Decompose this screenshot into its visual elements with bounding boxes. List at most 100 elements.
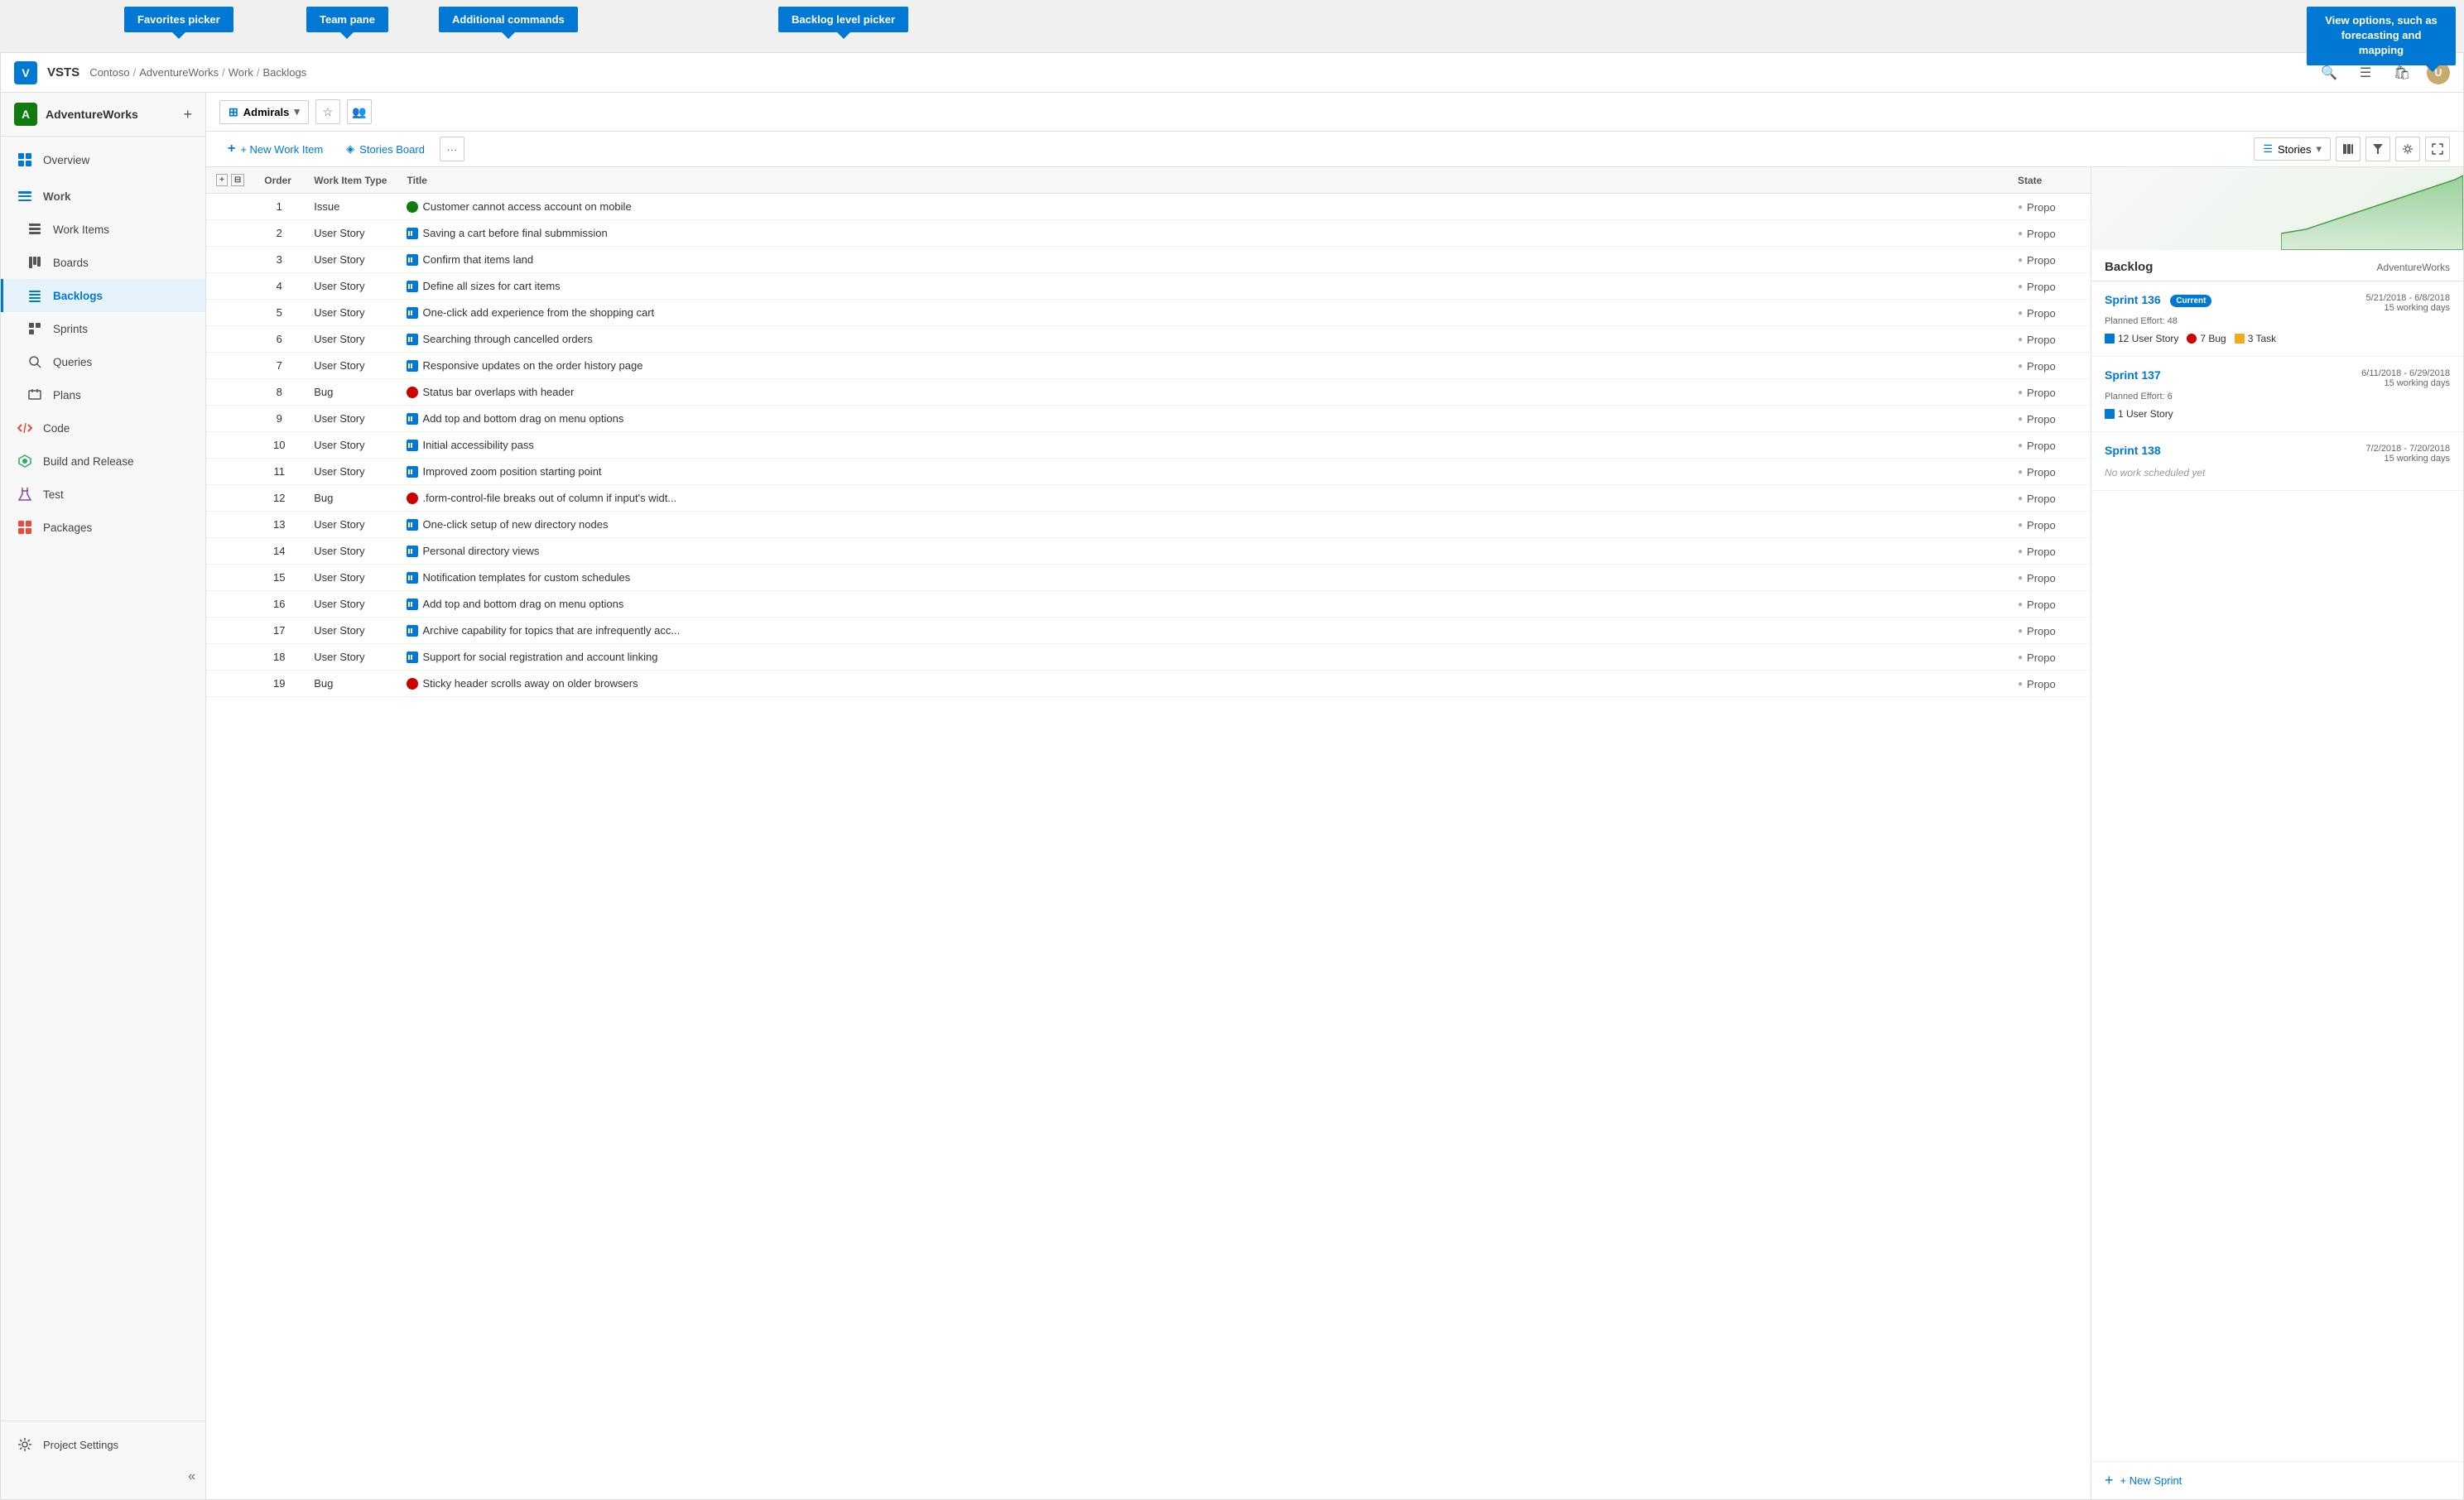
row-title[interactable]: Status bar overlaps with header: [397, 379, 2008, 406]
team-selector-icon: ⊞: [229, 105, 238, 119]
table-row[interactable]: 2User Story Saving a cart before final s…: [206, 220, 2091, 247]
sidebar-project: A AdventureWorks +: [1, 93, 205, 137]
additional-commands-callout: Additional commands: [439, 7, 578, 32]
table-row[interactable]: 5User Story One-click add experience fro…: [206, 300, 2091, 326]
row-title[interactable]: Initial accessibility pass: [397, 432, 2008, 459]
row-order: 1: [254, 194, 304, 220]
row-title[interactable]: Support for social registration and acco…: [397, 644, 2008, 671]
user-avatar[interactable]: U: [2427, 61, 2450, 84]
row-title[interactable]: Searching through cancelled orders: [397, 326, 2008, 353]
breadcrumb-adventureworks[interactable]: AdventureWorks: [139, 66, 219, 79]
favorite-button[interactable]: ☆: [315, 99, 340, 124]
sidebar-item-packages[interactable]: Packages: [1, 511, 205, 544]
sidebar-item-code[interactable]: Code: [1, 411, 205, 445]
row-title[interactable]: Customer cannot access account on mobile: [397, 194, 2008, 220]
row-title[interactable]: Archive capability for topics that are i…: [397, 618, 2008, 644]
sidebar-item-build-release[interactable]: Build and Release: [1, 445, 205, 478]
stories-view-button[interactable]: ☰ Stories ▾: [2254, 137, 2331, 161]
table-row[interactable]: 1IssueCustomer cannot access account on …: [206, 194, 2091, 220]
expand-button[interactable]: [2425, 137, 2450, 161]
sidebar-item-overview[interactable]: Overview: [1, 143, 205, 176]
col-state-header: State: [2008, 167, 2091, 194]
team-selector[interactable]: ⊞ Admirals ▾: [219, 100, 309, 124]
filter-button[interactable]: [2365, 137, 2390, 161]
row-title[interactable]: One-click add experience from the shoppi…: [397, 300, 2008, 326]
add-project-button[interactable]: +: [183, 106, 192, 123]
row-title[interactable]: Sticky header scrolls away on older brow…: [397, 671, 2008, 697]
breadcrumb-work[interactable]: Work: [229, 66, 253, 79]
table-row[interactable]: 3User Story Confirm that items landPropo: [206, 247, 2091, 273]
sidebar-packages-label: Packages: [43, 522, 92, 534]
sprint-item: Sprint 137 6/11/2018 - 6/29/2018 15 work…: [2091, 357, 2463, 432]
row-title[interactable]: Add top and bottom drag on menu options: [397, 406, 2008, 432]
columns-button[interactable]: [2336, 137, 2361, 161]
row-title[interactable]: Define all sizes for cart items: [397, 273, 2008, 300]
table-row[interactable]: 13User Story One-click setup of new dire…: [206, 512, 2091, 538]
sprint-name[interactable]: Sprint 137: [2105, 368, 2161, 382]
row-title[interactable]: Confirm that items land: [397, 247, 2008, 273]
table-row[interactable]: 12Bug.form-control-file breaks out of co…: [206, 485, 2091, 512]
table-row[interactable]: 8BugStatus bar overlaps with headerPropo: [206, 379, 2091, 406]
table-row[interactable]: 9User Story Add top and bottom drag on m…: [206, 406, 2091, 432]
sidebar-item-plans[interactable]: Plans: [1, 378, 205, 411]
project-settings-label: Project Settings: [43, 1439, 118, 1451]
table-row[interactable]: 11User Story Improved zoom position star…: [206, 459, 2091, 485]
sidebar-collapse[interactable]: «: [1, 1461, 205, 1493]
new-work-item-plus: +: [228, 142, 235, 156]
table-row[interactable]: 19BugSticky header scrolls away on older…: [206, 671, 2091, 697]
row-state: Propo: [2008, 538, 2091, 565]
row-title[interactable]: Notification templates for custom schedu…: [397, 565, 2008, 591]
sidebar-item-work-items[interactable]: Work Items: [1, 213, 205, 246]
work-icon: [17, 188, 33, 204]
table-row[interactable]: 4User Story Define all sizes for cart it…: [206, 273, 2091, 300]
row-title[interactable]: Responsive updates on the order history …: [397, 353, 2008, 379]
sidebar-item-test[interactable]: Test: [1, 478, 205, 511]
table-row[interactable]: 7User Story Responsive updates on the or…: [206, 353, 2091, 379]
bag-icon[interactable]: 🛍: [2390, 61, 2413, 84]
new-sprint-button[interactable]: + + New Sprint: [2091, 1461, 2463, 1499]
panel-chart: [2091, 167, 2463, 250]
row-type: User Story: [304, 353, 397, 379]
main-toolbar: ⊞ Admirals ▾ ☆ 👥: [206, 93, 2463, 132]
action-bar-right: ☰ Stories ▾: [2254, 137, 2450, 161]
row-title[interactable]: Personal directory views: [397, 538, 2008, 565]
sidebar-item-backlogs[interactable]: Backlogs: [1, 279, 205, 312]
stories-board-button[interactable]: ◈ Stories Board: [338, 138, 433, 160]
table-row[interactable]: 10User Story Initial accessibility passP…: [206, 432, 2091, 459]
table-row[interactable]: 18User Story Support for social registra…: [206, 644, 2091, 671]
table-row[interactable]: 14User Story Personal directory viewsPro…: [206, 538, 2091, 565]
more-actions-button[interactable]: ···: [440, 137, 464, 161]
sidebar-item-sprints[interactable]: Sprints: [1, 312, 205, 345]
breadcrumb-contoso[interactable]: Contoso: [89, 66, 129, 79]
sprint-tag: 12 User Story: [2105, 333, 2178, 344]
new-work-item-button[interactable]: + + New Work Item: [219, 137, 331, 161]
row-title[interactable]: Saving a cart before final submmission: [397, 220, 2008, 247]
list-icon[interactable]: ☰: [2354, 61, 2377, 84]
col-type-header: Work Item Type: [304, 167, 397, 194]
search-icon[interactable]: 🔍: [2317, 61, 2341, 84]
sidebar-item-boards[interactable]: Boards: [1, 246, 205, 279]
members-button[interactable]: 👥: [347, 99, 372, 124]
row-type: Bug: [304, 485, 397, 512]
queries-icon: [26, 353, 43, 370]
settings-button[interactable]: [2395, 137, 2420, 161]
settings-icon: [17, 1436, 33, 1453]
row-title[interactable]: .form-control-file breaks out of column …: [397, 485, 2008, 512]
sprint-name[interactable]: Sprint 138: [2105, 444, 2161, 457]
new-work-item-label: + New Work Item: [240, 143, 323, 156]
sprint-tag: 1 User Story: [2105, 408, 2173, 420]
row-title[interactable]: Improved zoom position starting point: [397, 459, 2008, 485]
test-icon: [17, 486, 33, 502]
breadcrumb-backlogs[interactable]: Backlogs: [262, 66, 306, 79]
row-order: 15: [254, 565, 304, 591]
table-row[interactable]: 15User Story Notification templates for …: [206, 565, 2091, 591]
row-title[interactable]: One-click setup of new directory nodes: [397, 512, 2008, 538]
sidebar-item-project-settings[interactable]: Project Settings: [1, 1428, 205, 1461]
sprint-name[interactable]: Sprint 136: [2105, 293, 2161, 306]
table-row[interactable]: 6User Story Searching through cancelled …: [206, 326, 2091, 353]
table-row[interactable]: 17User Story Archive capability for topi…: [206, 618, 2091, 644]
table-row[interactable]: 16User Story Add top and bottom drag on …: [206, 591, 2091, 618]
row-title[interactable]: Add top and bottom drag on menu options: [397, 591, 2008, 618]
row-expand: [206, 326, 254, 353]
sidebar-item-queries[interactable]: Queries: [1, 345, 205, 378]
